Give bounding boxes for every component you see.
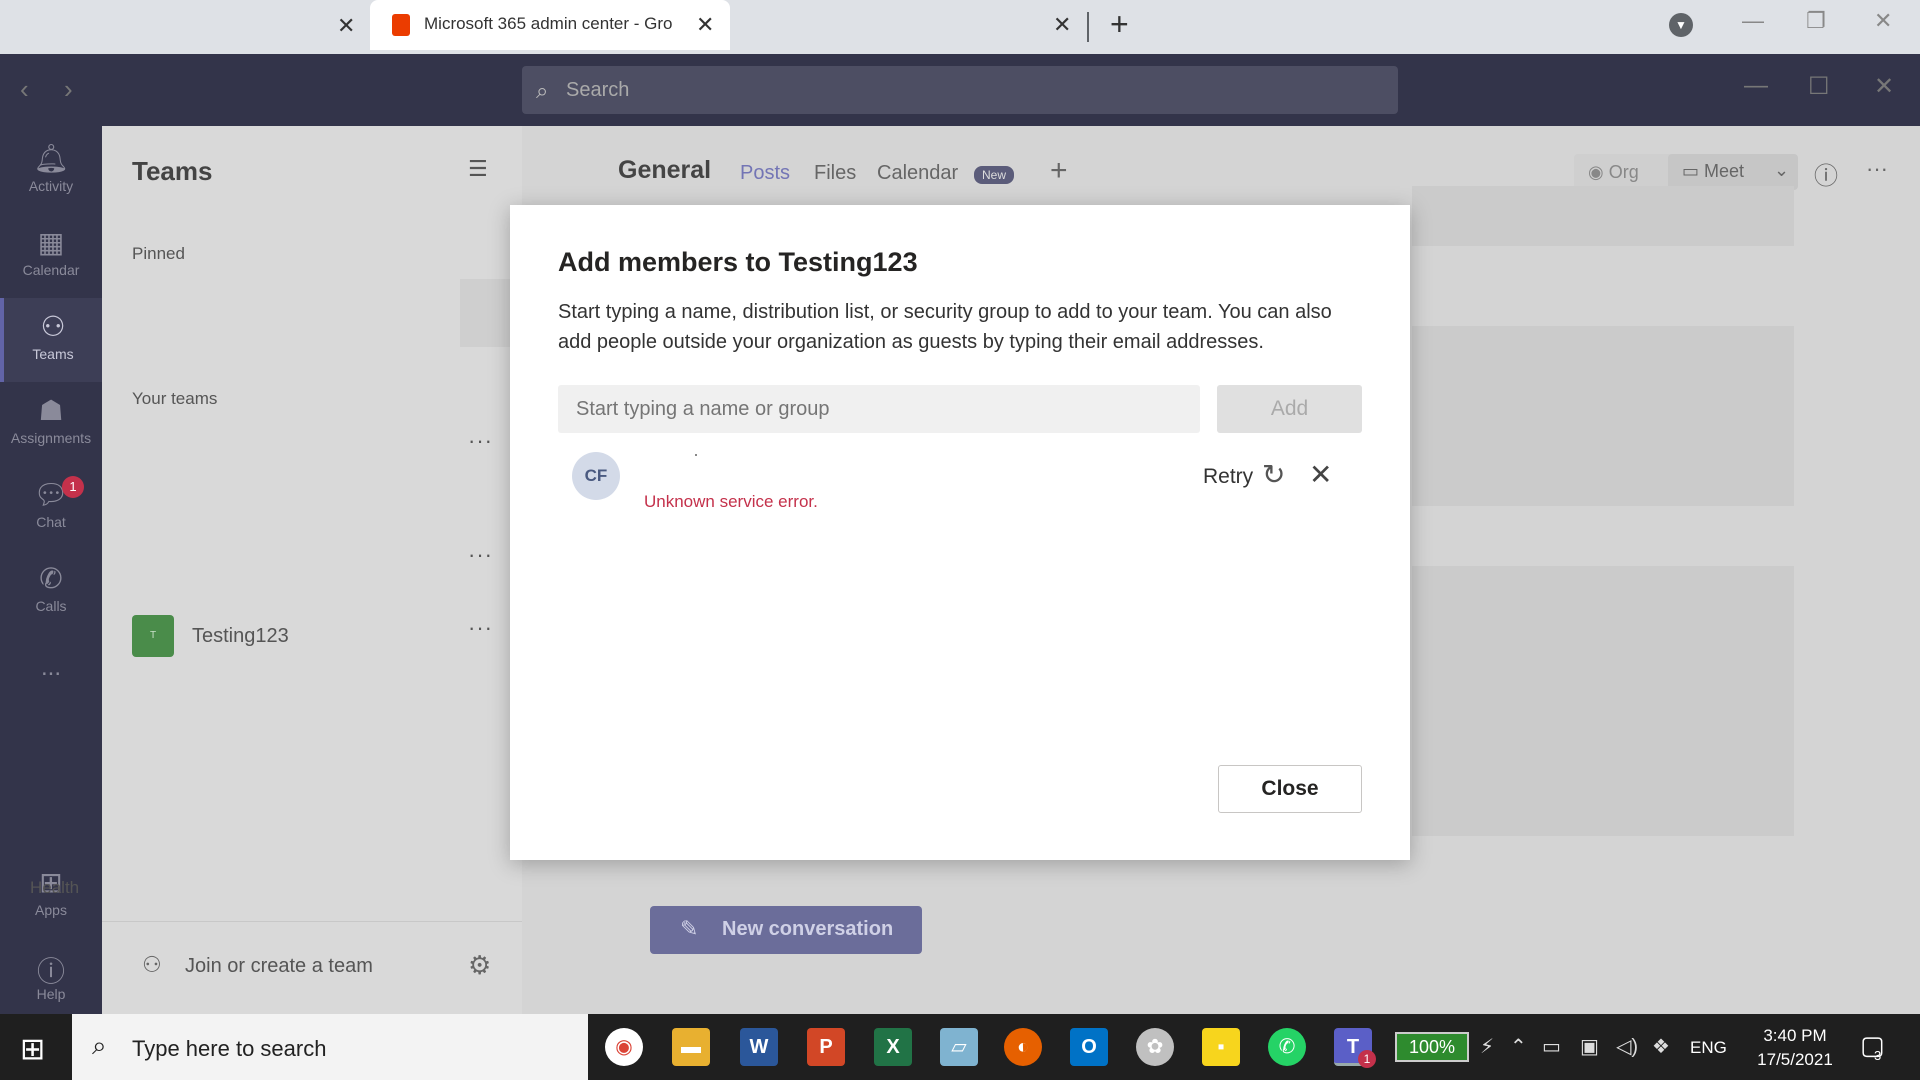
close-tab-icon[interactable]: ✕: [337, 13, 355, 39]
clock[interactable]: 3:40 PM 17/5/2021: [1740, 1024, 1850, 1072]
dialog-description: Start typing a name, distribution list, …: [558, 301, 1332, 353]
add-members-dialog: Add members to Testing123 Start typing a…: [510, 205, 1410, 860]
error-message: Unknown service error.: [644, 492, 818, 511]
dialog-title: Add members to Testing123: [558, 247, 918, 277]
tab-divider: [1087, 12, 1089, 42]
word-icon[interactable]: W: [740, 1028, 778, 1066]
tab-title: Microsoft 365 admin center - Gro: [424, 14, 673, 33]
date-label: 17/5/2021: [1757, 1050, 1833, 1069]
whatsapp-icon[interactable]: ✆: [1268, 1028, 1306, 1066]
firefox-icon[interactable]: ◐: [1004, 1028, 1042, 1066]
close-window-icon[interactable]: ✕: [1874, 8, 1892, 34]
maximize-icon[interactable]: ☐: [1808, 72, 1830, 101]
search-placeholder: Search: [566, 79, 630, 101]
browser-tab-active[interactable]: Microsoft 365 admin center - Gro ✕: [370, 0, 730, 50]
chrome-icon[interactable]: ◉: [605, 1028, 643, 1066]
notes-app-icon[interactable]: ▱: [940, 1028, 978, 1066]
network-icon[interactable]: ▣: [1580, 1034, 1599, 1059]
search-icon: ⌕: [536, 78, 549, 103]
time-label: 3:40 PM: [1763, 1026, 1827, 1045]
paint-icon[interactable]: ✿: [1136, 1028, 1174, 1066]
member-search-input[interactable]: [558, 385, 1200, 433]
dropbox-icon[interactable]: ❖: [1652, 1034, 1670, 1059]
file-explorer-icon[interactable]: ▬: [672, 1028, 710, 1066]
search-icon: ⌕: [92, 1030, 107, 1060]
powerpoint-icon[interactable]: P: [807, 1028, 845, 1066]
office-logo-icon: [392, 14, 410, 36]
teams-badge: 1: [1358, 1050, 1376, 1068]
windows-taskbar: ⊞ ⌕ Type here to search ◉ ▬ W P X ▱ ◐ O …: [0, 1014, 1920, 1080]
browser-tab-inactive[interactable]: ✕: [0, 0, 370, 54]
close-icon[interactable]: ✕: [1309, 458, 1332, 491]
back-arrow-icon[interactable]: ‹: [20, 74, 29, 105]
battery-indicator[interactable]: 100%: [1395, 1032, 1469, 1062]
member-name: [695, 454, 697, 456]
excel-icon[interactable]: X: [874, 1028, 912, 1066]
volume-icon[interactable]: ◁): [1616, 1034, 1638, 1059]
close-button[interactable]: Close: [1218, 765, 1362, 813]
close-tab-icon[interactable]: ✕: [696, 12, 714, 38]
chevron-up-icon[interactable]: ⌃: [1510, 1034, 1527, 1059]
restore-icon[interactable]: ❐: [1806, 8, 1826, 34]
teams-title-bar: ‹ › ⌕ Search — ☐ ✕: [0, 54, 1920, 126]
sticky-notes-icon[interactable]: ▪: [1202, 1028, 1240, 1066]
battery-icon[interactable]: ▭: [1542, 1034, 1561, 1059]
power-plug-icon[interactable]: ⚡: [1480, 1034, 1494, 1059]
new-tab-button[interactable]: +: [1110, 6, 1129, 43]
outlook-icon[interactable]: O: [1070, 1028, 1108, 1066]
avatar: CF: [572, 452, 620, 500]
search-input[interactable]: ⌕ Search: [522, 66, 1398, 114]
minimize-icon[interactable]: —: [1744, 72, 1768, 100]
retry-button[interactable]: Retry: [1203, 465, 1253, 489]
windows-start-icon[interactable]: ⊞: [20, 1032, 45, 1067]
language-indicator[interactable]: ENG: [1690, 1038, 1727, 1058]
close-window-icon[interactable]: ✕: [1874, 72, 1894, 101]
taskbar-search-placeholder: Type here to search: [132, 1036, 327, 1061]
add-button[interactable]: Add: [1217, 385, 1362, 433]
browser-tab-strip: ✕ Microsoft 365 admin center - Gro ✕ ✕ +…: [0, 0, 1920, 54]
forward-arrow-icon[interactable]: ›: [64, 74, 73, 105]
profile-dropdown-icon[interactable]: ▼: [1669, 13, 1693, 37]
minimize-icon[interactable]: —: [1742, 8, 1764, 34]
taskbar-search-box[interactable]: ⌕ Type here to search: [72, 1014, 588, 1080]
refresh-icon[interactable]: ↻: [1262, 458, 1285, 491]
notification-count: 3: [1874, 1048, 1882, 1063]
close-tab-icon[interactable]: ✕: [1053, 12, 1071, 38]
